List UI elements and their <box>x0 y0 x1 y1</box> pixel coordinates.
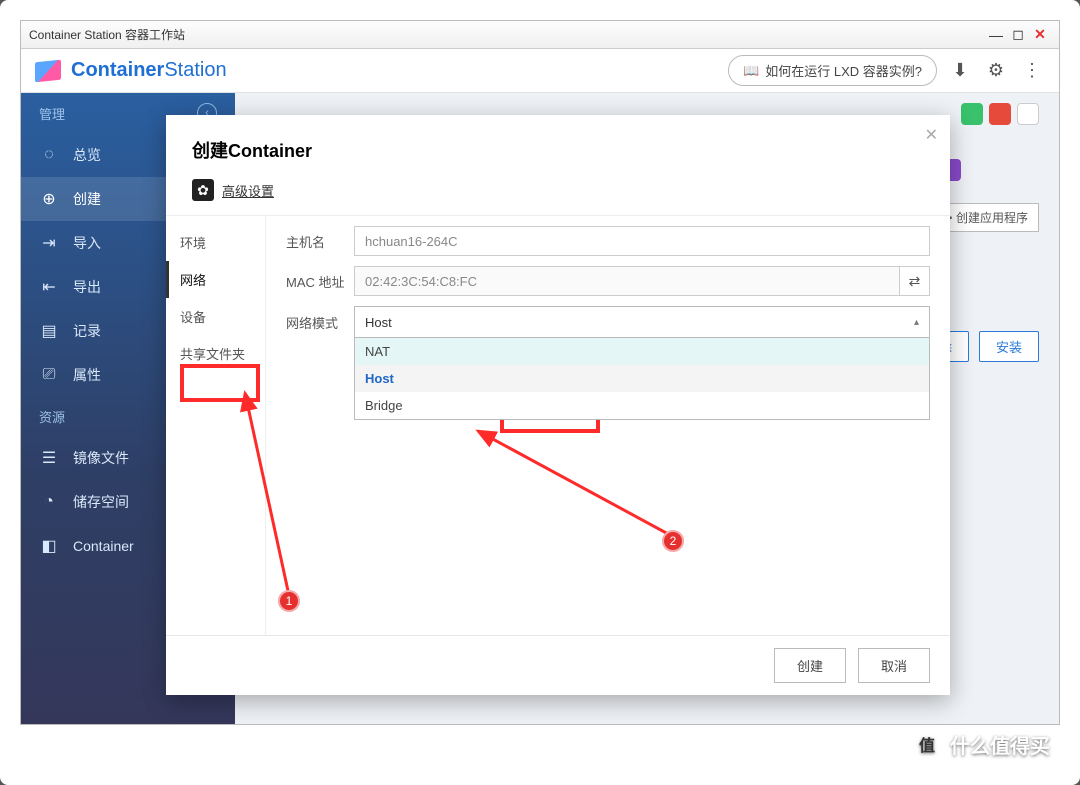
annotation-badge-1: 1 <box>278 590 300 612</box>
shuffle-mac-button[interactable]: ⇄ <box>900 266 930 296</box>
calendar-icon <box>1017 103 1039 125</box>
hostname-input[interactable] <box>354 226 930 256</box>
create-button[interactable]: 创建 <box>774 648 846 683</box>
minimize-button[interactable]: — <box>985 27 1007 43</box>
plus-circle-icon: ⊕ <box>39 189 59 209</box>
install-button[interactable]: 安装 <box>979 331 1039 362</box>
brand-bold: Container <box>71 59 164 81</box>
caret-up-icon: ▴ <box>914 317 919 328</box>
brand-label: ContainerStation <box>71 59 227 82</box>
network-form: 主机名 MAC 地址 ⇄ 网络模式 Host ▴ NAT Host <box>266 216 950 635</box>
download-icon[interactable]: ⬇ <box>947 58 973 84</box>
sidebar-item-label: 属性 <box>73 365 101 385</box>
maximize-button[interactable]: ◻ <box>1007 26 1029 43</box>
sidebar-item-label: 镜像文件 <box>73 448 129 468</box>
netmode-select[interactable]: Host ▴ <box>354 306 930 338</box>
bg-app-icons <box>961 103 1039 125</box>
sidebar-section-label: 资源 <box>39 407 65 426</box>
tab-device[interactable]: 设备 <box>166 298 265 335</box>
close-button[interactable]: ✕ <box>1029 26 1051 43</box>
tab-shared-folder[interactable]: 共享文件夹 <box>166 335 265 372</box>
brand-light: Station <box>164 59 226 81</box>
tab-network[interactable]: 网络 <box>166 261 265 298</box>
sidebar-item-label: 记录 <box>73 321 101 341</box>
help-pill[interactable]: 📖 如何在运行 LXD 容器实例? <box>728 55 937 86</box>
netmode-label: 网络模式 <box>286 313 354 332</box>
annotation-badge-2: 2 <box>662 530 684 552</box>
mac-input[interactable] <box>354 266 900 296</box>
chat-icon <box>961 103 983 125</box>
log-icon: ▤ <box>39 321 59 341</box>
watermark: 值 什么值得买 <box>912 729 1050 759</box>
option-host[interactable]: Host <box>355 365 929 392</box>
sidebar-item-label: 创建 <box>73 189 101 209</box>
logo-icon <box>35 59 61 82</box>
hostname-label: 主机名 <box>286 232 354 251</box>
sidebar-item-label: 导出 <box>73 277 101 297</box>
sliders-icon: ⎚ <box>39 365 59 385</box>
database-icon: ◔ <box>39 492 59 512</box>
netmode-value: Host <box>365 315 392 330</box>
app-header: ContainerStation 📖 如何在运行 LXD 容器实例? ⬇ ⚙ ⋮ <box>21 49 1059 93</box>
tab-environment[interactable]: 环境 <box>166 224 265 261</box>
gear-icon[interactable]: ⚙ <box>983 58 1009 84</box>
option-bridge[interactable]: Bridge <box>355 392 929 419</box>
cancel-button[interactable]: 取消 <box>858 648 930 683</box>
watermark-label: 什么值得买 <box>950 730 1050 759</box>
sidebar-section-label: 管理 <box>39 104 65 123</box>
modal-tabs: 环境 网络 设备 共享文件夹 <box>166 216 266 635</box>
advanced-link[interactable]: 高级设置 <box>222 181 274 200</box>
mail-icon <box>989 103 1011 125</box>
mac-label: MAC 地址 <box>286 272 354 291</box>
watermark-icon: 值 <box>912 729 942 759</box>
gear-box-icon: ✿ <box>192 179 214 201</box>
cube-icon: ◧ <box>39 536 59 556</box>
layers-icon: ☰ <box>39 448 59 468</box>
export-icon: ⇤ <box>39 277 59 297</box>
window-title: Container Station 容器工作站 <box>29 26 185 43</box>
more-icon[interactable]: ⋮ <box>1019 58 1045 84</box>
modal-footer: 创建 取消 <box>166 635 950 695</box>
advanced-settings-row: ✿ 高级设置 <box>166 173 950 215</box>
modal-title: 创建Container <box>166 115 950 173</box>
sidebar-item-label: 总览 <box>73 145 101 165</box>
book-icon: 📖 <box>743 63 759 79</box>
sidebar-item-label: Container <box>73 538 134 554</box>
help-pill-label: 如何在运行 LXD 容器实例? <box>765 61 922 80</box>
option-nat[interactable]: NAT <box>355 338 929 365</box>
titlebar: Container Station 容器工作站 — ◻ ✕ <box>21 21 1059 49</box>
dashboard-icon: ◌ <box>39 145 59 165</box>
sidebar-item-label: 导入 <box>73 233 101 253</box>
sidebar-item-label: 储存空间 <box>73 492 129 512</box>
netmode-dropdown: NAT Host Bridge <box>354 337 930 420</box>
create-app-label: 创建应用程序 <box>956 211 1028 225</box>
import-icon: ⇥ <box>39 233 59 253</box>
modal-close-icon[interactable]: ✕ <box>925 125 938 145</box>
